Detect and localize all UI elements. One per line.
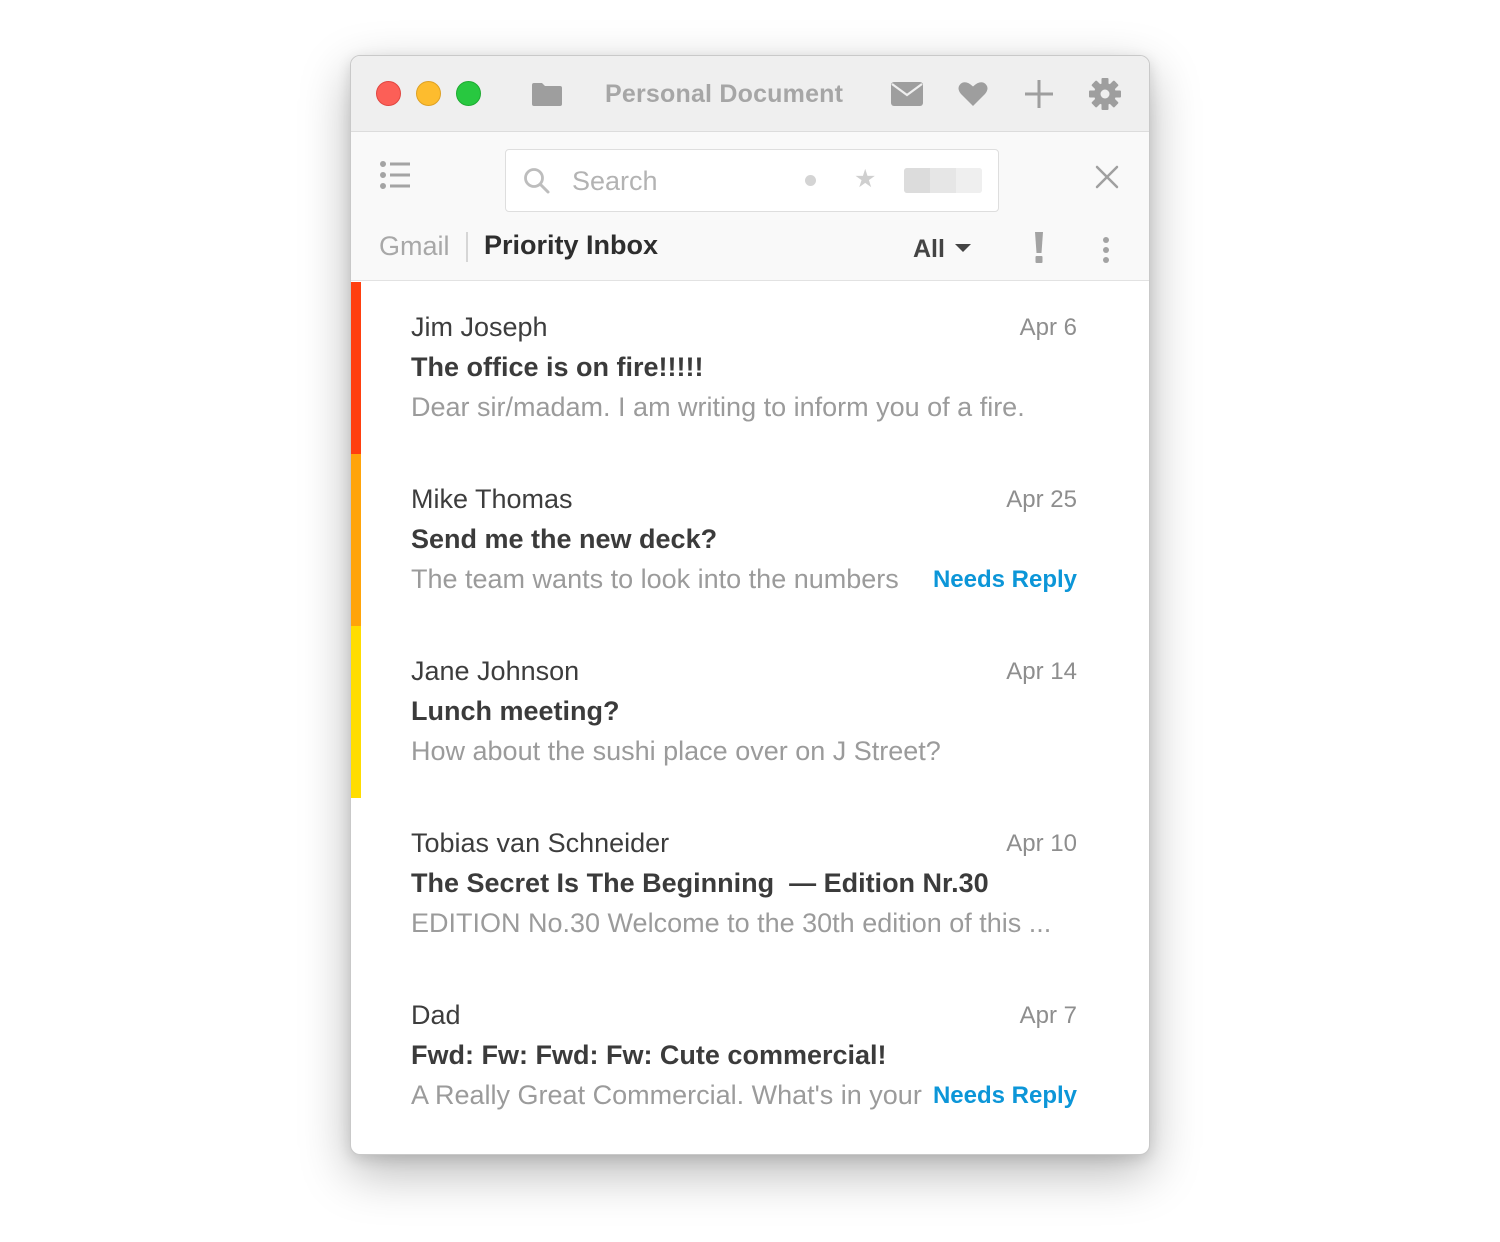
heart-icon[interactable]	[955, 76, 991, 112]
plus-icon[interactable]	[1021, 76, 1057, 112]
list-menu-icon[interactable]	[379, 160, 411, 190]
email-sender: Jim Joseph	[411, 312, 548, 342]
email-preview: How about the sushi place over on J Stre…	[411, 736, 941, 766]
email-subject: The office is on fire!!!!!	[411, 352, 704, 382]
email-preview: Dear sir/madam. I am writing to inform y…	[411, 392, 1025, 422]
mail-icon[interactable]	[889, 76, 925, 112]
priority-bar	[351, 454, 361, 626]
more-options-icon[interactable]	[1101, 236, 1111, 264]
important-icon[interactable]	[1031, 232, 1047, 264]
email-subject: Lunch meeting?	[411, 696, 620, 726]
inbox-title: Priority Inbox	[484, 230, 659, 260]
email-date: Apr 25	[1006, 486, 1077, 513]
email-row[interactable]: Dad Apr 7 Fwd: Fw: Fwd: Fw: Cute commerc…	[351, 970, 1149, 1142]
star-filter-icon[interactable]: ★	[854, 164, 876, 194]
chevron-down-icon	[954, 244, 971, 253]
unread-filter-dot-icon[interactable]	[805, 175, 816, 186]
email-preview: The team wants to look into the numbers	[411, 564, 899, 594]
priority-bar	[351, 626, 361, 798]
email-preview: EDITION No.30 Welcome to the 30th editio…	[411, 908, 1052, 938]
search-icon	[523, 167, 551, 200]
account-label[interactable]: Gmail	[379, 231, 450, 262]
close-window-button[interactable]	[376, 81, 401, 106]
search-box: ★	[505, 149, 999, 212]
priority-bar	[351, 282, 361, 454]
folder-icon[interactable]	[529, 76, 565, 112]
zoom-window-button[interactable]	[456, 81, 481, 106]
email-sender: Dad	[411, 1000, 461, 1030]
email-subject: Fwd: Fw: Fwd: Fw: Cute commercial!	[411, 1040, 887, 1070]
email-row[interactable]: Tobias van Schneider Apr 10 The Secret I…	[351, 798, 1149, 970]
filter-dropdown[interactable]: All	[913, 235, 971, 264]
window-title: Personal Document	[605, 80, 844, 108]
email-date: Apr 6	[1019, 314, 1077, 341]
email-list: Jim Joseph Apr 6 The office is on fire!!…	[351, 282, 1149, 1142]
title-bar: Personal Document	[351, 56, 1149, 132]
header-divider	[466, 232, 468, 262]
email-row[interactable]: Jane Johnson Apr 14 Lunch meeting? How a…	[351, 626, 1149, 798]
toolbar: ★ Gmail Priority Inbox All	[351, 132, 1149, 281]
minimize-window-button[interactable]	[416, 81, 441, 106]
email-date: Apr 14	[1006, 658, 1077, 685]
close-icon[interactable]	[1094, 164, 1120, 190]
email-sender: Jane Johnson	[411, 656, 580, 686]
email-date: Apr 7	[1019, 1002, 1077, 1029]
needs-reply-badge[interactable]: Needs Reply	[928, 1082, 1077, 1110]
email-sender: Mike Thomas	[411, 484, 573, 514]
gear-icon[interactable]	[1087, 76, 1123, 112]
email-preview: A Really Great Commercial. What's in you…	[411, 1080, 924, 1110]
needs-reply-badge[interactable]: Needs Reply	[928, 566, 1077, 594]
email-sender: Tobias van Schneider	[411, 828, 670, 858]
app-window: Personal Document Search ★ Gmail Priorit…	[350, 55, 1150, 1155]
search-input[interactable]	[572, 164, 772, 198]
view-toggle-icon[interactable]	[904, 168, 982, 193]
email-row[interactable]: Jim Joseph Apr 6 The office is on fire!!…	[351, 282, 1149, 454]
email-subject: Send me the new deck?	[411, 524, 718, 554]
email-subject: The Secret Is The Beginning — Edition Nr…	[411, 868, 989, 898]
email-row[interactable]: Mike Thomas Apr 25 Send me the new deck?…	[351, 454, 1149, 626]
email-date: Apr 10	[1006, 830, 1077, 857]
filter-label: All	[913, 235, 945, 263]
